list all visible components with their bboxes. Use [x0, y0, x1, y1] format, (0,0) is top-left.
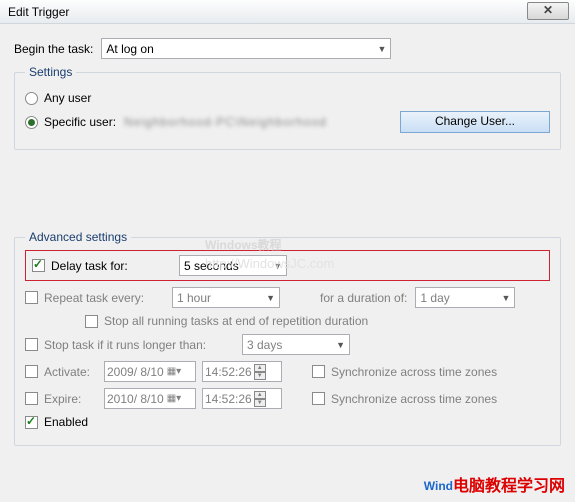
delay-label: Delay task for: — [51, 259, 171, 273]
expire-checkbox[interactable] — [25, 392, 38, 405]
activate-time[interactable]: 14:52:26 ▲▼ — [202, 361, 282, 382]
activate-checkbox[interactable] — [25, 365, 38, 378]
duration-combo[interactable]: 1 day ▼ — [415, 287, 515, 308]
stop-longer-combo[interactable]: 3 days ▼ — [242, 334, 350, 355]
window-title: Edit Trigger — [8, 5, 69, 19]
any-user-radio[interactable] — [25, 92, 38, 105]
begin-task-label: Begin the task: — [14, 42, 93, 56]
chevron-down-icon: ▼ — [377, 44, 386, 54]
settings-group: Settings Any user Specific user: Neighbo… — [14, 65, 561, 150]
stop-repetition-checkbox[interactable] — [85, 315, 98, 328]
expire-sync-label: Synchronize across time zones — [331, 392, 497, 406]
any-user-label: Any user — [44, 91, 91, 105]
begin-task-value: At log on — [106, 42, 153, 56]
footer-watermark: Wind电脑教程学习网 — [424, 470, 565, 496]
enabled-label: Enabled — [44, 415, 88, 429]
activate-label: Activate: — [44, 365, 96, 379]
time-spinner[interactable]: ▲▼ — [254, 364, 266, 380]
specific-user-value: Neighborhood-PC\Neighborhood — [124, 115, 400, 129]
delay-checkbox[interactable] — [32, 259, 45, 272]
enabled-checkbox[interactable] — [25, 416, 38, 429]
expire-date[interactable]: 2010/ 8/10 ▦▾ — [104, 388, 196, 409]
close-button[interactable]: ✕ — [527, 2, 569, 20]
begin-task-combo[interactable]: At log on ▼ — [101, 38, 391, 59]
advanced-legend: Advanced settings — [25, 230, 131, 244]
specific-user-label: Specific user: — [44, 115, 116, 129]
change-user-button[interactable]: Change User... — [400, 111, 550, 133]
stop-longer-label: Stop task if it runs longer than: — [44, 338, 234, 352]
expire-time[interactable]: 14:52:26 ▲▼ — [202, 388, 282, 409]
calendar-icon: ▦▾ — [167, 366, 181, 377]
specific-user-radio[interactable] — [25, 116, 38, 129]
duration-label: for a duration of: — [320, 291, 407, 305]
title-bar: Edit Trigger ✕ — [0, 0, 575, 24]
repeat-combo[interactable]: 1 hour ▼ — [172, 287, 280, 308]
settings-legend: Settings — [25, 65, 76, 79]
close-icon: ✕ — [543, 3, 553, 17]
stop-longer-checkbox[interactable] — [25, 338, 38, 351]
chevron-down-icon: ▼ — [266, 293, 275, 303]
repeat-label: Repeat task every: — [44, 291, 164, 305]
chevron-down-icon: ▼ — [501, 293, 510, 303]
delay-highlight: Delay task for: 5 seconds ▼ — [25, 250, 550, 281]
expire-sync-checkbox[interactable] — [312, 392, 325, 405]
calendar-icon: ▦▾ — [167, 393, 181, 404]
stop-repetition-label: Stop all running tasks at end of repetit… — [104, 314, 368, 328]
repeat-checkbox[interactable] — [25, 291, 38, 304]
advanced-group: Advanced settings Delay task for: 5 seco… — [14, 230, 561, 446]
activate-sync-label: Synchronize across time zones — [331, 365, 497, 379]
activate-date[interactable]: 2009/ 8/10 ▦▾ — [104, 361, 196, 382]
expire-label: Expire: — [44, 392, 96, 406]
chevron-down-icon: ▼ — [336, 340, 345, 350]
dialog-body: Begin the task: At log on ▼ Settings Any… — [0, 24, 575, 460]
chevron-down-icon: ▼ — [273, 261, 282, 271]
activate-sync-checkbox[interactable] — [312, 365, 325, 378]
delay-combo[interactable]: 5 seconds ▼ — [179, 255, 287, 276]
time-spinner[interactable]: ▲▼ — [254, 391, 266, 407]
